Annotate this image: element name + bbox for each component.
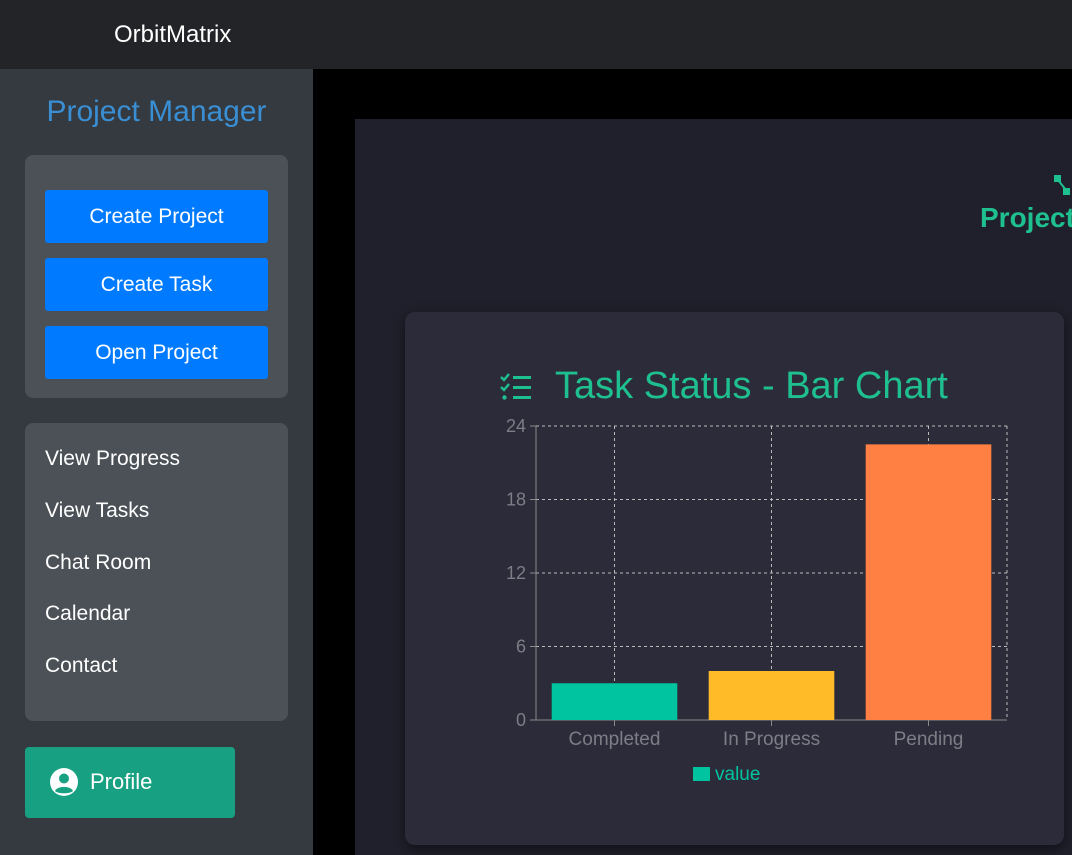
task-status-card: Task Status - Bar Chart 0 6 12 18 24 Complete… [405, 312, 1064, 845]
sidebar: Project Manager Create Project Create Ta… [0, 69, 313, 855]
nav-item-chat-room[interactable]: Chat Room [45, 551, 151, 575]
open-project-button[interactable]: Open Project [45, 326, 268, 379]
legend-label: value [715, 764, 760, 785]
profile-label: Profile [90, 769, 153, 794]
profile-button[interactable]: Profile [25, 747, 235, 818]
bar-completed [551, 683, 678, 720]
y-tick-label: 6 [516, 637, 526, 657]
y-tick-label: 24 [506, 416, 526, 436]
nav-item-calendar[interactable]: Calendar [45, 602, 130, 626]
sidebar-nav-card: View Progress View Tasks Chat Room Calen… [25, 423, 288, 721]
y-tick-label: 12 [506, 563, 526, 583]
x-tick-label: Completed [569, 729, 661, 750]
sidebar-title: Project Manager [46, 95, 267, 128]
project-heading: Project [980, 202, 1072, 233]
create-task-button[interactable]: Create Task [45, 258, 268, 311]
top-navbar: OrbitMatrix [0, 0, 1072, 69]
y-tick-label: 0 [516, 710, 526, 730]
bar-pending [865, 444, 992, 720]
x-tick-label: Pending [894, 729, 964, 750]
task-status-bar-chart: 0 6 12 18 24 Completed In Progress Pending value [506, 416, 1008, 785]
network-icon [1054, 175, 1070, 195]
brand-name[interactable]: OrbitMatrix [114, 21, 231, 49]
bar-in-progress [708, 671, 835, 720]
y-tick-label: 18 [506, 490, 526, 510]
user-circle-icon [50, 768, 78, 796]
x-tick-label: In Progress [723, 729, 820, 750]
main-panel: Project Task Status - Bar Chart 0 6 12 18 24… [355, 119, 1072, 855]
create-project-button[interactable]: Create Project [45, 190, 268, 243]
nav-item-contact[interactable]: Contact [45, 654, 117, 678]
sidebar-actions-card: Create Project Create Task Open Project [25, 155, 288, 398]
nav-item-view-progress[interactable]: View Progress [45, 447, 180, 471]
legend-swatch [693, 767, 710, 781]
nav-item-view-tasks[interactable]: View Tasks [45, 499, 149, 523]
